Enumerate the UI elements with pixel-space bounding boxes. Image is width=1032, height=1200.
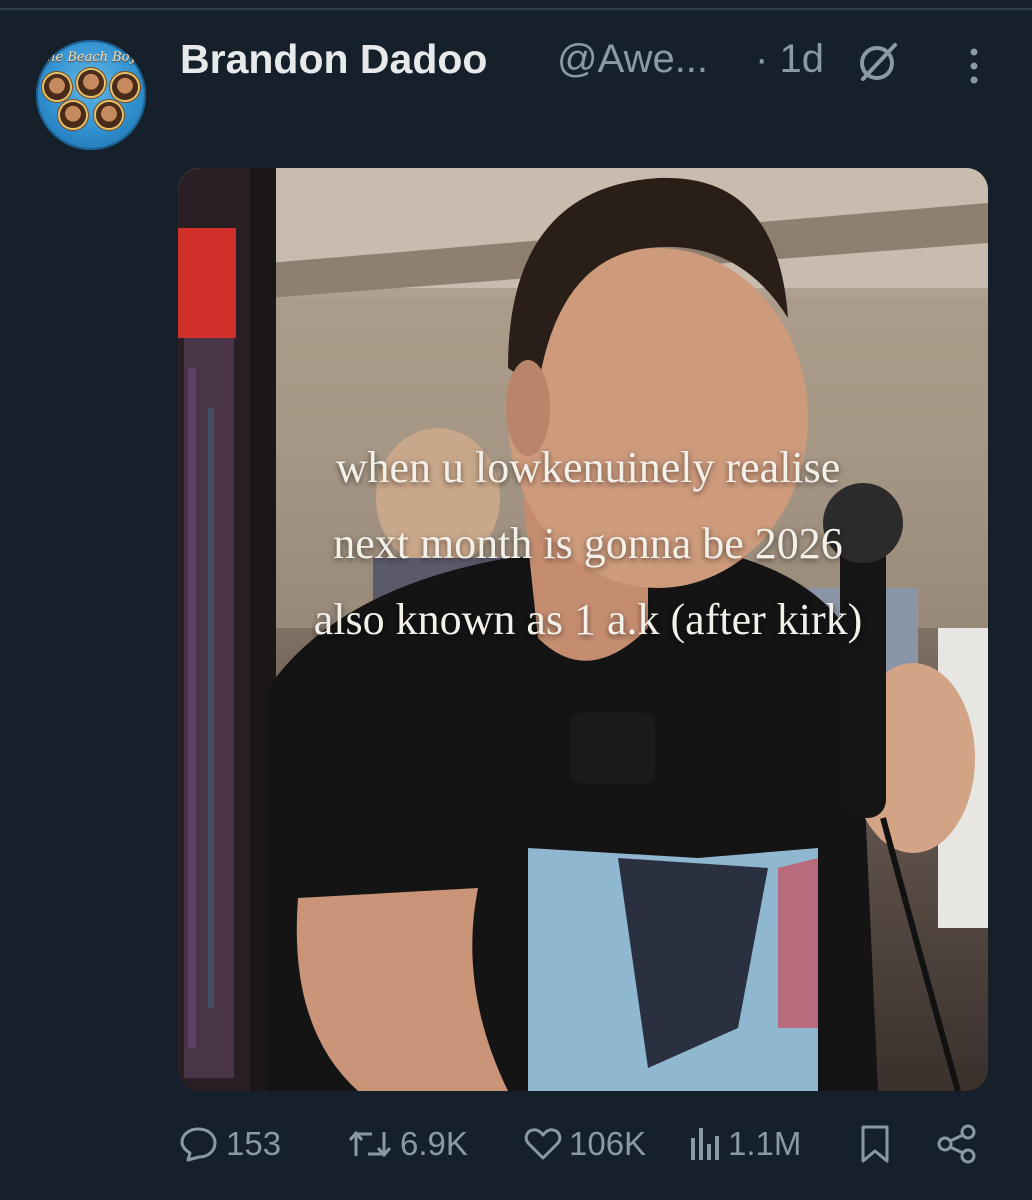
share-button[interactable] bbox=[936, 1118, 978, 1170]
share-icon bbox=[937, 1124, 976, 1164]
separator: · bbox=[755, 37, 769, 81]
more-icon[interactable] bbox=[962, 44, 986, 88]
repost-button[interactable]: 6.9K bbox=[346, 1118, 468, 1170]
avatar-face bbox=[60, 102, 86, 128]
view-count: 1.1M bbox=[728, 1125, 802, 1162]
reply-count: 153 bbox=[226, 1125, 282, 1162]
author-name[interactable]: Brandon Dadoo bbox=[180, 36, 487, 83]
tweet-header: Brandon Dadoo @Awe... · 1d bbox=[180, 36, 1000, 86]
avatar-face bbox=[78, 70, 104, 96]
media-caption: when u lowkenuinely realise next month i… bbox=[208, 430, 968, 658]
like-button[interactable]: 106K bbox=[523, 1118, 646, 1170]
timestamp[interactable]: · 1d bbox=[755, 37, 824, 82]
repost-icon bbox=[348, 1130, 392, 1158]
reply-icon bbox=[180, 1127, 217, 1162]
top-divider bbox=[0, 8, 1032, 10]
tweet-media-video[interactable]: when u lowkenuinely realise next month i… bbox=[178, 168, 988, 1091]
timestamp-value: 1d bbox=[779, 37, 824, 81]
avatar[interactable]: The Beach Boys bbox=[36, 40, 146, 150]
bookmark-icon bbox=[861, 1125, 889, 1163]
reply-button[interactable]: 153 bbox=[178, 1118, 281, 1170]
grok-icon[interactable] bbox=[855, 40, 903, 84]
caption-line: when u lowkenuinely realise bbox=[335, 443, 841, 492]
avatar-face bbox=[96, 102, 122, 128]
repost-count: 6.9K bbox=[400, 1125, 468, 1162]
action-bar: 153 6.9K 106K 1.1M bbox=[178, 1118, 998, 1170]
like-icon bbox=[524, 1128, 562, 1160]
avatar-face bbox=[112, 74, 138, 100]
avatar-brand: The Beach Boys bbox=[38, 50, 144, 65]
caption-line: next month is gonna be 2026 bbox=[333, 519, 843, 568]
views-icon bbox=[691, 1128, 719, 1160]
views-button[interactable]: 1.1M bbox=[688, 1118, 801, 1170]
bookmark-button[interactable] bbox=[858, 1118, 892, 1170]
avatar-face bbox=[44, 74, 70, 100]
caption-line: also known as 1 a.k (after kirk) bbox=[313, 595, 863, 644]
author-handle[interactable]: @Awe... bbox=[557, 37, 708, 82]
like-count: 106K bbox=[569, 1125, 647, 1162]
